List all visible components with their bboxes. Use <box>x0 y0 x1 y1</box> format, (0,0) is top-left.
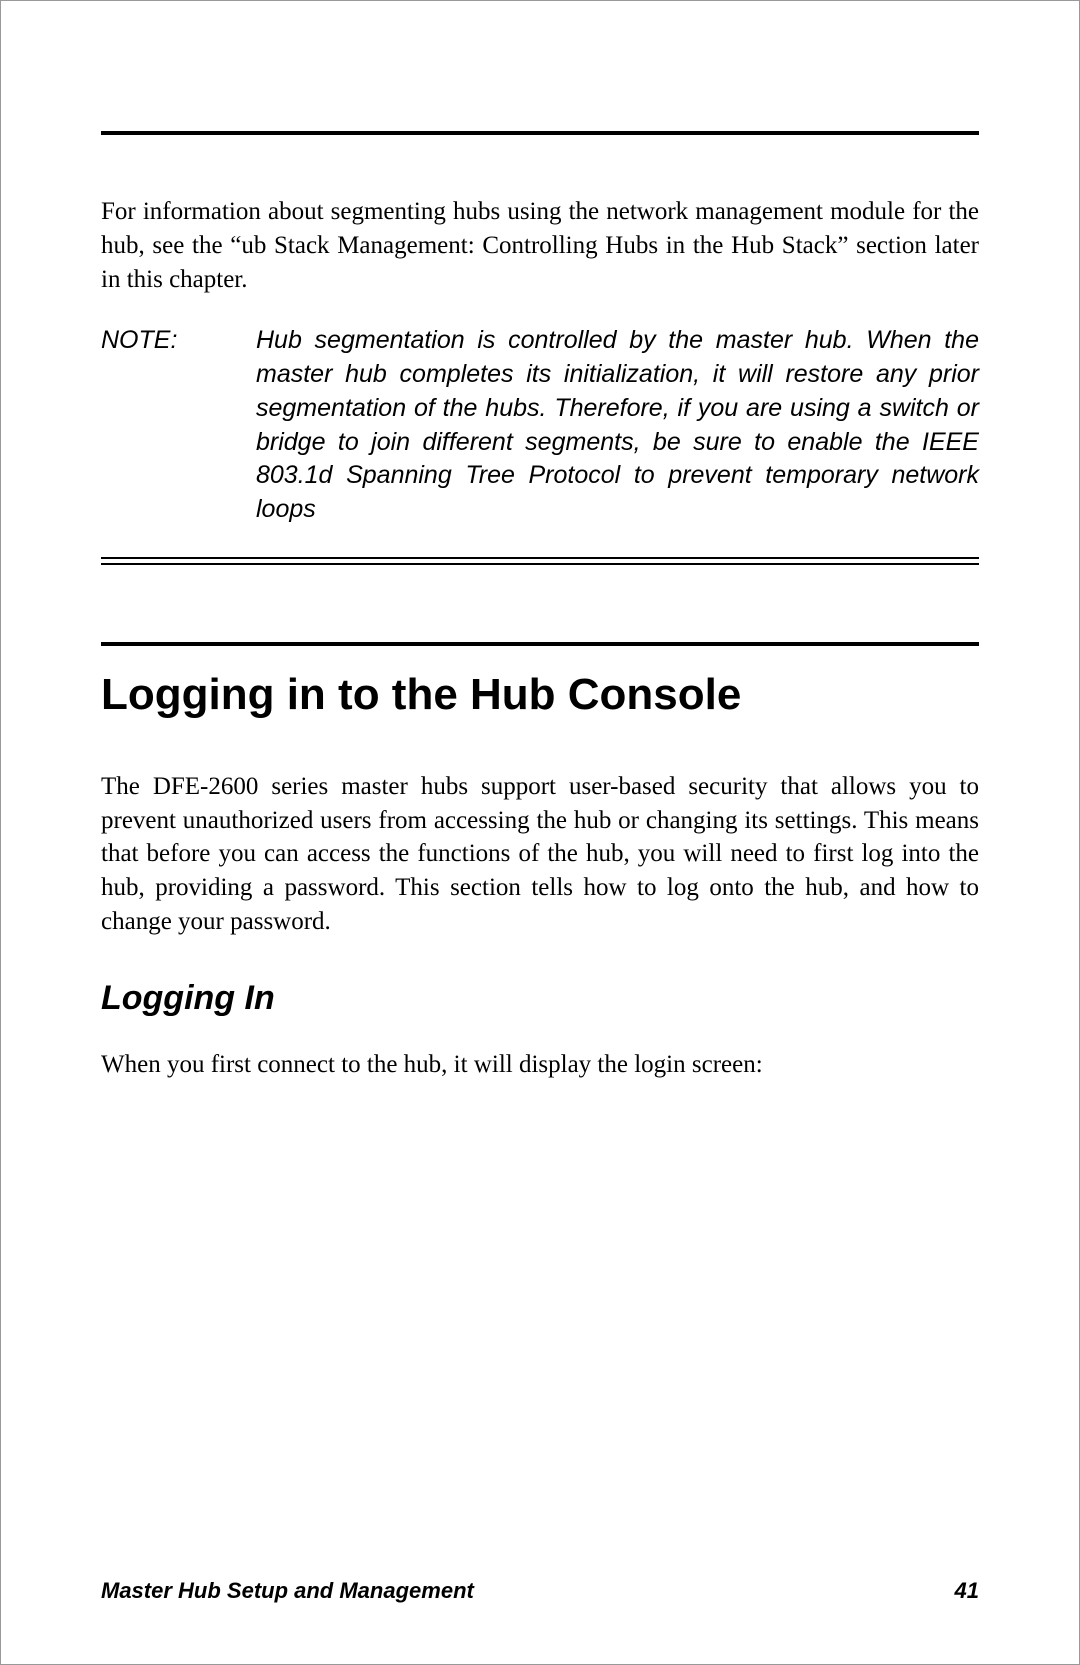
footer-title: Master Hub Setup and Management <box>101 1578 474 1604</box>
section-horizontal-rule <box>101 642 979 646</box>
page-footer: Master Hub Setup and Management 41 <box>101 1558 979 1604</box>
note-body: Hub segmentation is controlled by the ma… <box>256 324 979 527</box>
section-heading: Logging in to the Hub Console <box>101 670 979 720</box>
note-label: NOTE: <box>101 324 256 527</box>
note-block: NOTE: Hub segmentation is controlled by … <box>101 324 979 527</box>
sub-body-paragraph: When you first connect to the hub, it wi… <box>101 1048 979 1082</box>
document-page: For information about segmenting hubs us… <box>1 1 1079 1664</box>
sub-heading: Logging In <box>101 979 979 1018</box>
intro-paragraph: For information about segmenting hubs us… <box>101 195 979 296</box>
page-number: 41 <box>955 1578 979 1604</box>
section-body-paragraph: The DFE-2600 series master hubs support … <box>101 770 979 939</box>
top-horizontal-rule <box>101 131 979 135</box>
double-horizontal-rule <box>101 557 979 562</box>
